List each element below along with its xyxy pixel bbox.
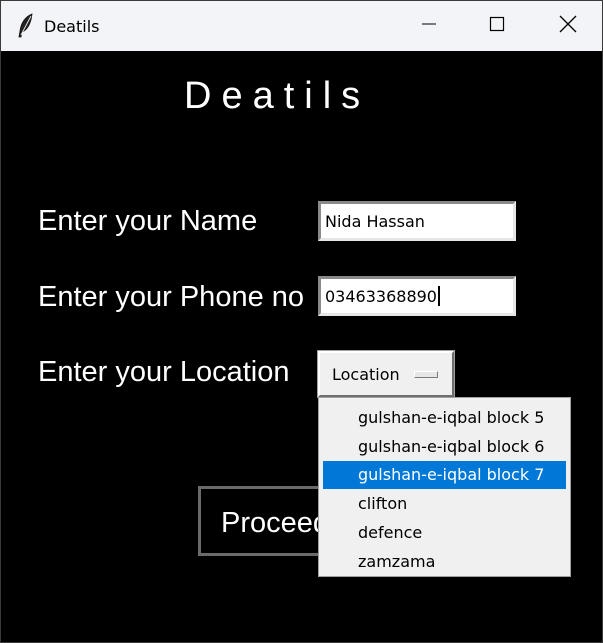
close-icon bbox=[559, 15, 577, 38]
minimize-button[interactable] bbox=[399, 1, 459, 51]
name-field-value: Nida Hassan bbox=[325, 211, 425, 231]
maximize-button[interactable] bbox=[467, 1, 527, 51]
menu-item[interactable]: gulshan-e-iqbal block 5 bbox=[323, 403, 566, 432]
close-button[interactable] bbox=[538, 1, 598, 51]
phone-field-value: 03463368890 bbox=[325, 286, 437, 306]
app-window: Deatils Deatils Enter your Name Nida Has… bbox=[0, 0, 603, 643]
location-dropdown[interactable]: Location bbox=[317, 350, 455, 398]
maximize-icon bbox=[489, 16, 505, 37]
dropdown-indicator-icon bbox=[414, 371, 438, 378]
location-dropdown-value: Location bbox=[332, 364, 400, 384]
name-field[interactable]: Nida Hassan bbox=[318, 201, 516, 241]
menu-item[interactable]: zamzama bbox=[323, 547, 566, 576]
menu-item[interactable]: clifton bbox=[323, 489, 566, 518]
minimize-icon bbox=[421, 16, 437, 37]
feather-icon bbox=[15, 13, 37, 39]
location-label: Enter your Location bbox=[38, 356, 290, 388]
menu-item[interactable]: defence bbox=[323, 518, 566, 547]
menu-item-highlighted[interactable]: gulshan-e-iqbal block 7 bbox=[323, 460, 566, 490]
title-bar[interactable]: Deatils bbox=[1, 1, 602, 51]
phone-field[interactable]: 03463368890 bbox=[318, 276, 516, 316]
location-options-menu: gulshan-e-iqbal block 5 gulshan-e-iqbal … bbox=[318, 397, 571, 577]
window-title: Deatils bbox=[44, 17, 100, 36]
name-label: Enter your Name bbox=[38, 205, 258, 237]
page-title: Deatils bbox=[184, 75, 371, 117]
proceed-button-label: Proceed bbox=[221, 507, 330, 539]
menu-item[interactable]: gulshan-e-iqbal block 6 bbox=[323, 432, 566, 461]
phone-label: Enter your Phone no bbox=[38, 281, 305, 313]
text-caret bbox=[437, 286, 440, 306]
